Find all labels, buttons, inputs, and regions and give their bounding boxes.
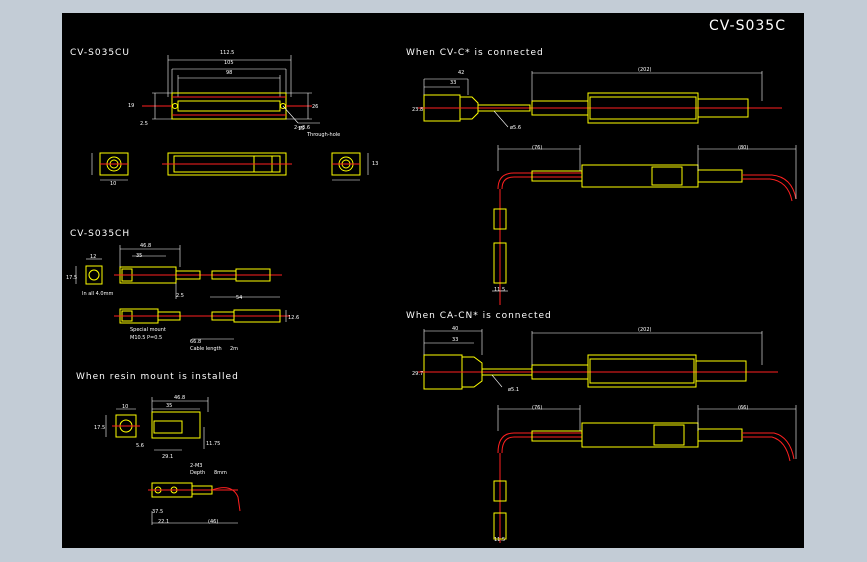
dim-label: In all 4.0mm — [82, 291, 113, 297]
dim-label: 12 — [90, 254, 96, 260]
dim-label: (202) — [638, 327, 651, 333]
cvc-assembly-top — [418, 71, 782, 128]
dim-label: 17.5 — [66, 275, 77, 281]
cad-drawing: CV-S035C CV-S035CU 112.5 105 98 19 26 2.… — [66, 18, 797, 543]
section-title-ch: CV-S035CH — [70, 229, 130, 239]
dim-label: 2.5 — [140, 121, 148, 127]
dim-label: 33 — [452, 337, 458, 343]
dim-label: 40 — [452, 326, 458, 332]
cu-side-views — [91, 152, 369, 181]
dim-label: 35 — [166, 403, 172, 409]
dim-label: ø5.1 — [508, 387, 519, 393]
dim-label: 17.5 — [94, 425, 105, 431]
dim-label: 2-ø3.6 — [294, 125, 310, 131]
dim-label: 11.5 — [494, 537, 505, 543]
dim-label: 54 — [236, 295, 242, 301]
dim-label: (80) — [738, 145, 748, 151]
section-title-cu: CV-S035CU — [70, 48, 130, 58]
dim-label: 2m — [230, 346, 238, 352]
dim-label: 46.8 — [140, 243, 151, 249]
dim-label: 112.5 — [220, 50, 234, 56]
dim-label: 35 — [136, 253, 142, 259]
dim-label: 33 — [450, 80, 456, 86]
dim-label: Special mount — [130, 327, 166, 333]
dim-label: 22.1 — [158, 519, 169, 525]
dim-label: 5.6 — [136, 443, 144, 449]
dim-label: 2.5 — [176, 293, 184, 299]
cad-viewport-frame: CV-S035C CV-S035CU 112.5 105 98 19 26 2.… — [0, 0, 867, 562]
dim-label: Depth — [190, 470, 205, 476]
cvc-assembly-bottom — [492, 145, 797, 305]
dim-label: 66.8 — [190, 339, 201, 345]
dim-label: 10 — [110, 181, 116, 187]
dim-label: 13 — [372, 161, 378, 167]
dim-label: 105 — [224, 60, 234, 66]
cacn-assembly-bottom — [493, 405, 797, 543]
drawing-canvas[interactable]: CV-S035C CV-S035CU 112.5 105 98 19 26 2.… — [62, 13, 804, 548]
dim-label: (46) — [208, 519, 218, 525]
dim-label: 46.8 — [174, 395, 185, 401]
dim-label: (76) — [532, 145, 542, 151]
dim-label: 37.5 — [152, 509, 163, 515]
drawing-title: CV-S035C — [709, 18, 786, 34]
dim-label: 8mm — [214, 470, 227, 476]
dim-label: Through-hole — [306, 132, 340, 138]
dim-label: 2-M3 — [190, 463, 202, 469]
dim-label: M10.5 P=0.5 — [130, 335, 162, 341]
section-title-cacn: When CA-CN* is connected — [406, 311, 552, 321]
section-title-resin: When resin mount is installed — [76, 372, 239, 382]
dim-label: 29.1 — [162, 454, 173, 460]
section-title-cvc: When CV-C* is connected — [406, 48, 544, 58]
dim-label: 11.5 — [494, 287, 505, 293]
dim-label: 26 — [312, 104, 318, 110]
cacn-assembly-top — [418, 329, 778, 390]
dim-label: 42 — [458, 70, 464, 76]
dim-label: (76) — [532, 405, 542, 411]
dim-label: Cable length — [190, 346, 222, 352]
dim-label: (66) — [738, 405, 748, 411]
dim-label: ø5.6 — [510, 125, 521, 131]
dim-label: 23.8 — [412, 107, 423, 113]
dim-label: 10 — [122, 404, 128, 410]
dim-label: 19 — [128, 103, 134, 109]
dim-label: 29.7 — [412, 371, 423, 377]
dim-label: 98 — [226, 70, 232, 76]
dim-label: 12.6 — [288, 315, 299, 321]
dim-label: (202) — [638, 67, 651, 73]
resin-views — [105, 397, 241, 525]
dim-label: 11.75 — [206, 441, 220, 447]
